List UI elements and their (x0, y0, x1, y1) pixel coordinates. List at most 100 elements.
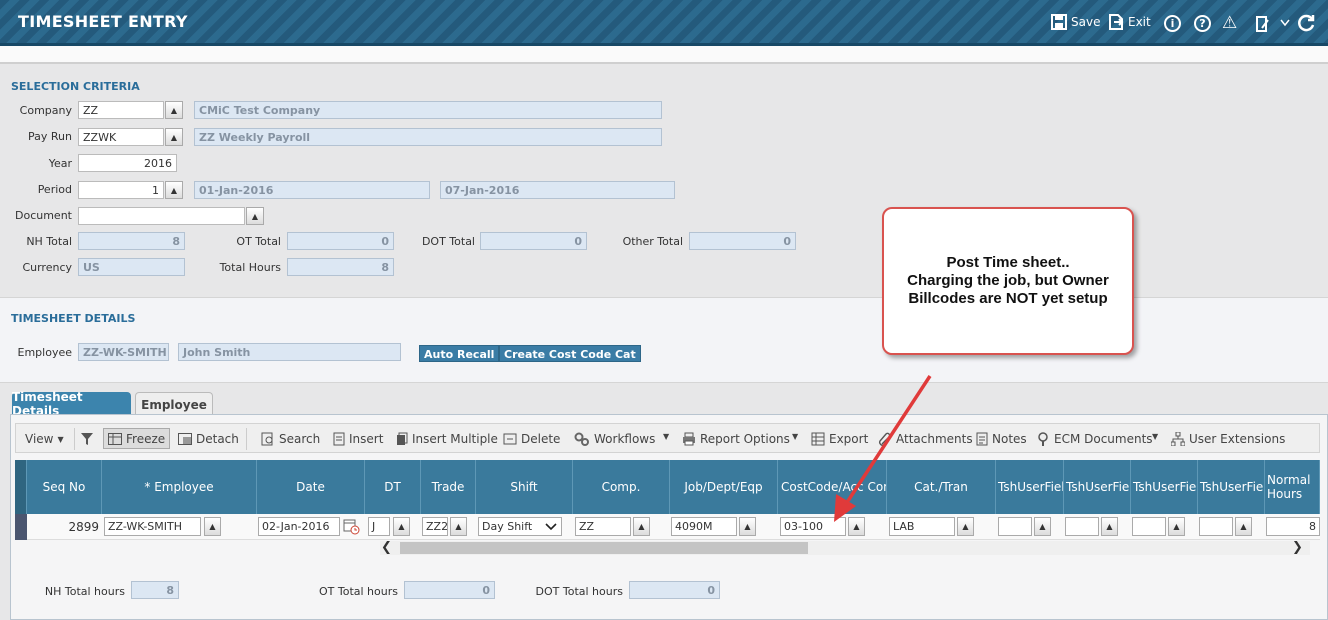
save-button[interactable]: Save (1051, 14, 1100, 30)
search-button[interactable]: Search (261, 432, 320, 446)
cell-job-lov[interactable]: ▲ (739, 517, 756, 536)
cell-userfield-3-lov[interactable]: ▲ (1168, 517, 1185, 536)
company-input[interactable]: ZZ (78, 101, 164, 119)
col-job[interactable]: Job/Dept/Eqp (670, 460, 778, 514)
toolbar-divider (246, 428, 247, 450)
tab-timesheet-details[interactable]: Timesheet Details (12, 390, 131, 418)
freeze-button[interactable]: Freeze (103, 428, 171, 449)
col-trade[interactable]: Trade (421, 460, 476, 514)
cell-userfield-1-input[interactable] (998, 517, 1032, 536)
cell-employee-lov[interactable]: ▲ (204, 517, 221, 536)
cell-userfield-4-lov[interactable]: ▲ (1235, 517, 1252, 536)
report-options-label: Report Options (700, 432, 790, 446)
create-cost-code-cat-button[interactable]: Create Cost Code Cat (499, 345, 641, 362)
col-userfield-4[interactable]: TshUserField (1198, 460, 1265, 514)
cell-comp-lov[interactable]: ▲ (633, 517, 650, 536)
user-extensions-label: User Extensions (1189, 432, 1286, 446)
help-icon[interactable]: ? (1194, 15, 1211, 32)
auto-recall-button[interactable]: Auto Recall (419, 345, 500, 362)
col-employee[interactable]: * Employee (102, 460, 257, 514)
other-total-field: 0 (689, 232, 796, 250)
info-icon[interactable]: i (1164, 15, 1181, 32)
ot-total-hours-field: 0 (404, 581, 495, 599)
employee-label: Employee (17, 346, 72, 359)
report-options-button[interactable]: Report Options (682, 432, 790, 446)
payrun-name-field: ZZ Weekly Payroll (194, 128, 662, 146)
payrun-lov-button[interactable]: ▲ (165, 128, 183, 146)
delete-button[interactable]: Delete (503, 432, 560, 446)
scroll-left-icon[interactable]: ❮ (381, 540, 392, 555)
tab-employee[interactable]: Employee (135, 392, 213, 416)
cell-comp-input[interactable]: ZZ (575, 517, 631, 536)
cell-dt-lov[interactable]: ▲ (393, 517, 410, 536)
cell-userfield-2-lov[interactable]: ▲ (1101, 517, 1118, 536)
col-userfield-3[interactable]: TshUserField (1131, 460, 1198, 514)
workflows-button[interactable]: Workflows (574, 432, 655, 446)
insert-icon (333, 432, 345, 446)
report-options-dropdown[interactable]: ▼ (792, 432, 798, 441)
refresh-icon[interactable] (1298, 14, 1316, 32)
user-extensions-button[interactable]: User Extensions (1171, 432, 1285, 446)
document-input[interactable] (78, 207, 245, 225)
col-seq-no[interactable]: Seq No (27, 460, 102, 514)
chevron-down-icon[interactable] (1280, 19, 1290, 27)
row-selector[interactable] (15, 514, 27, 540)
cell-cat-lov[interactable]: ▲ (957, 517, 974, 536)
col-normal-hours[interactable]: Normal Hours (1265, 460, 1320, 514)
view-menu[interactable]: View ▼ (25, 432, 64, 446)
ecm-dropdown[interactable]: ▼ (1152, 432, 1158, 441)
cell-userfield-4-input[interactable] (1199, 517, 1233, 536)
col-userfield-1[interactable]: TshUserField (996, 460, 1064, 514)
document-lov-button[interactable]: ▲ (246, 207, 264, 225)
cell-date-input[interactable]: 02-Jan-2016 (258, 517, 340, 536)
col-shift[interactable]: Shift (476, 460, 573, 514)
cell-userfield-1-lov[interactable]: ▲ (1034, 517, 1051, 536)
scroll-right-icon[interactable]: ❯ (1292, 540, 1303, 555)
period-lov-button[interactable]: ▲ (165, 181, 183, 199)
exit-button[interactable]: Exit (1108, 14, 1151, 30)
cell-employee-input[interactable]: ZZ-WK-SMITH (104, 517, 201, 536)
workflows-dropdown[interactable]: ▼ (663, 432, 669, 441)
col-date[interactable]: Date (257, 460, 365, 514)
col-comp[interactable]: Comp. (573, 460, 670, 514)
app-header: TIMESHEET ENTRY Save Exit i ? ⚠ (0, 0, 1328, 46)
insert-button[interactable]: Insert (333, 432, 383, 446)
year-input[interactable]: 2016 (78, 154, 177, 172)
notes-button[interactable]: Notes (976, 432, 1027, 446)
cell-normal-hours-input[interactable]: 8 (1266, 517, 1320, 536)
cell-job-input[interactable]: 4090M (671, 517, 737, 536)
total-hours-label: Total Hours (219, 261, 281, 274)
cell-userfield-3-input[interactable] (1132, 517, 1166, 536)
view-label: View (25, 432, 54, 446)
cell-trade-input[interactable]: ZZ2 (422, 517, 448, 536)
search-icon (261, 432, 273, 446)
filter-button[interactable] (80, 432, 94, 446)
company-lov-button[interactable]: ▲ (165, 101, 183, 119)
period-input[interactable]: 1 (78, 181, 164, 199)
cell-dt-input[interactable]: J (368, 517, 390, 536)
exit-icon (1109, 14, 1124, 30)
timesheet-details-title: TIMESHEET DETAILS (11, 312, 136, 325)
col-dt[interactable]: DT (365, 460, 421, 514)
col-userfield-2[interactable]: TshUserField (1064, 460, 1131, 514)
calendar-icon[interactable] (343, 518, 360, 535)
callout-line-2: Charging the job, but Owner (907, 272, 1109, 289)
detach-button[interactable]: Detach (178, 432, 239, 446)
page-title: TIMESHEET ENTRY (18, 12, 188, 31)
payrun-input[interactable]: ZZWK (78, 128, 164, 146)
edit-icon[interactable] (1255, 15, 1271, 33)
ecm-documents-button[interactable]: ECM Documents (1036, 432, 1153, 446)
insert-multiple-button[interactable]: Insert Multiple (396, 432, 498, 446)
warning-icon[interactable]: ⚠ (1222, 13, 1237, 33)
horizontal-scrollbar[interactable] (380, 541, 1310, 555)
scrollbar-thumb[interactable] (400, 542, 808, 554)
insert-label: Insert (349, 432, 384, 446)
ot-total-field: 0 (287, 232, 394, 250)
cell-userfield-2-input[interactable] (1065, 517, 1099, 536)
chevron-down-icon[interactable] (543, 519, 559, 534)
cell-trade-lov[interactable]: ▲ (450, 517, 467, 536)
callout-line-3: Billcodes are NOT yet setup (908, 290, 1108, 307)
search-label: Search (279, 432, 321, 446)
nh-total-field: 8 (78, 232, 185, 250)
exit-label: Exit (1128, 15, 1151, 29)
